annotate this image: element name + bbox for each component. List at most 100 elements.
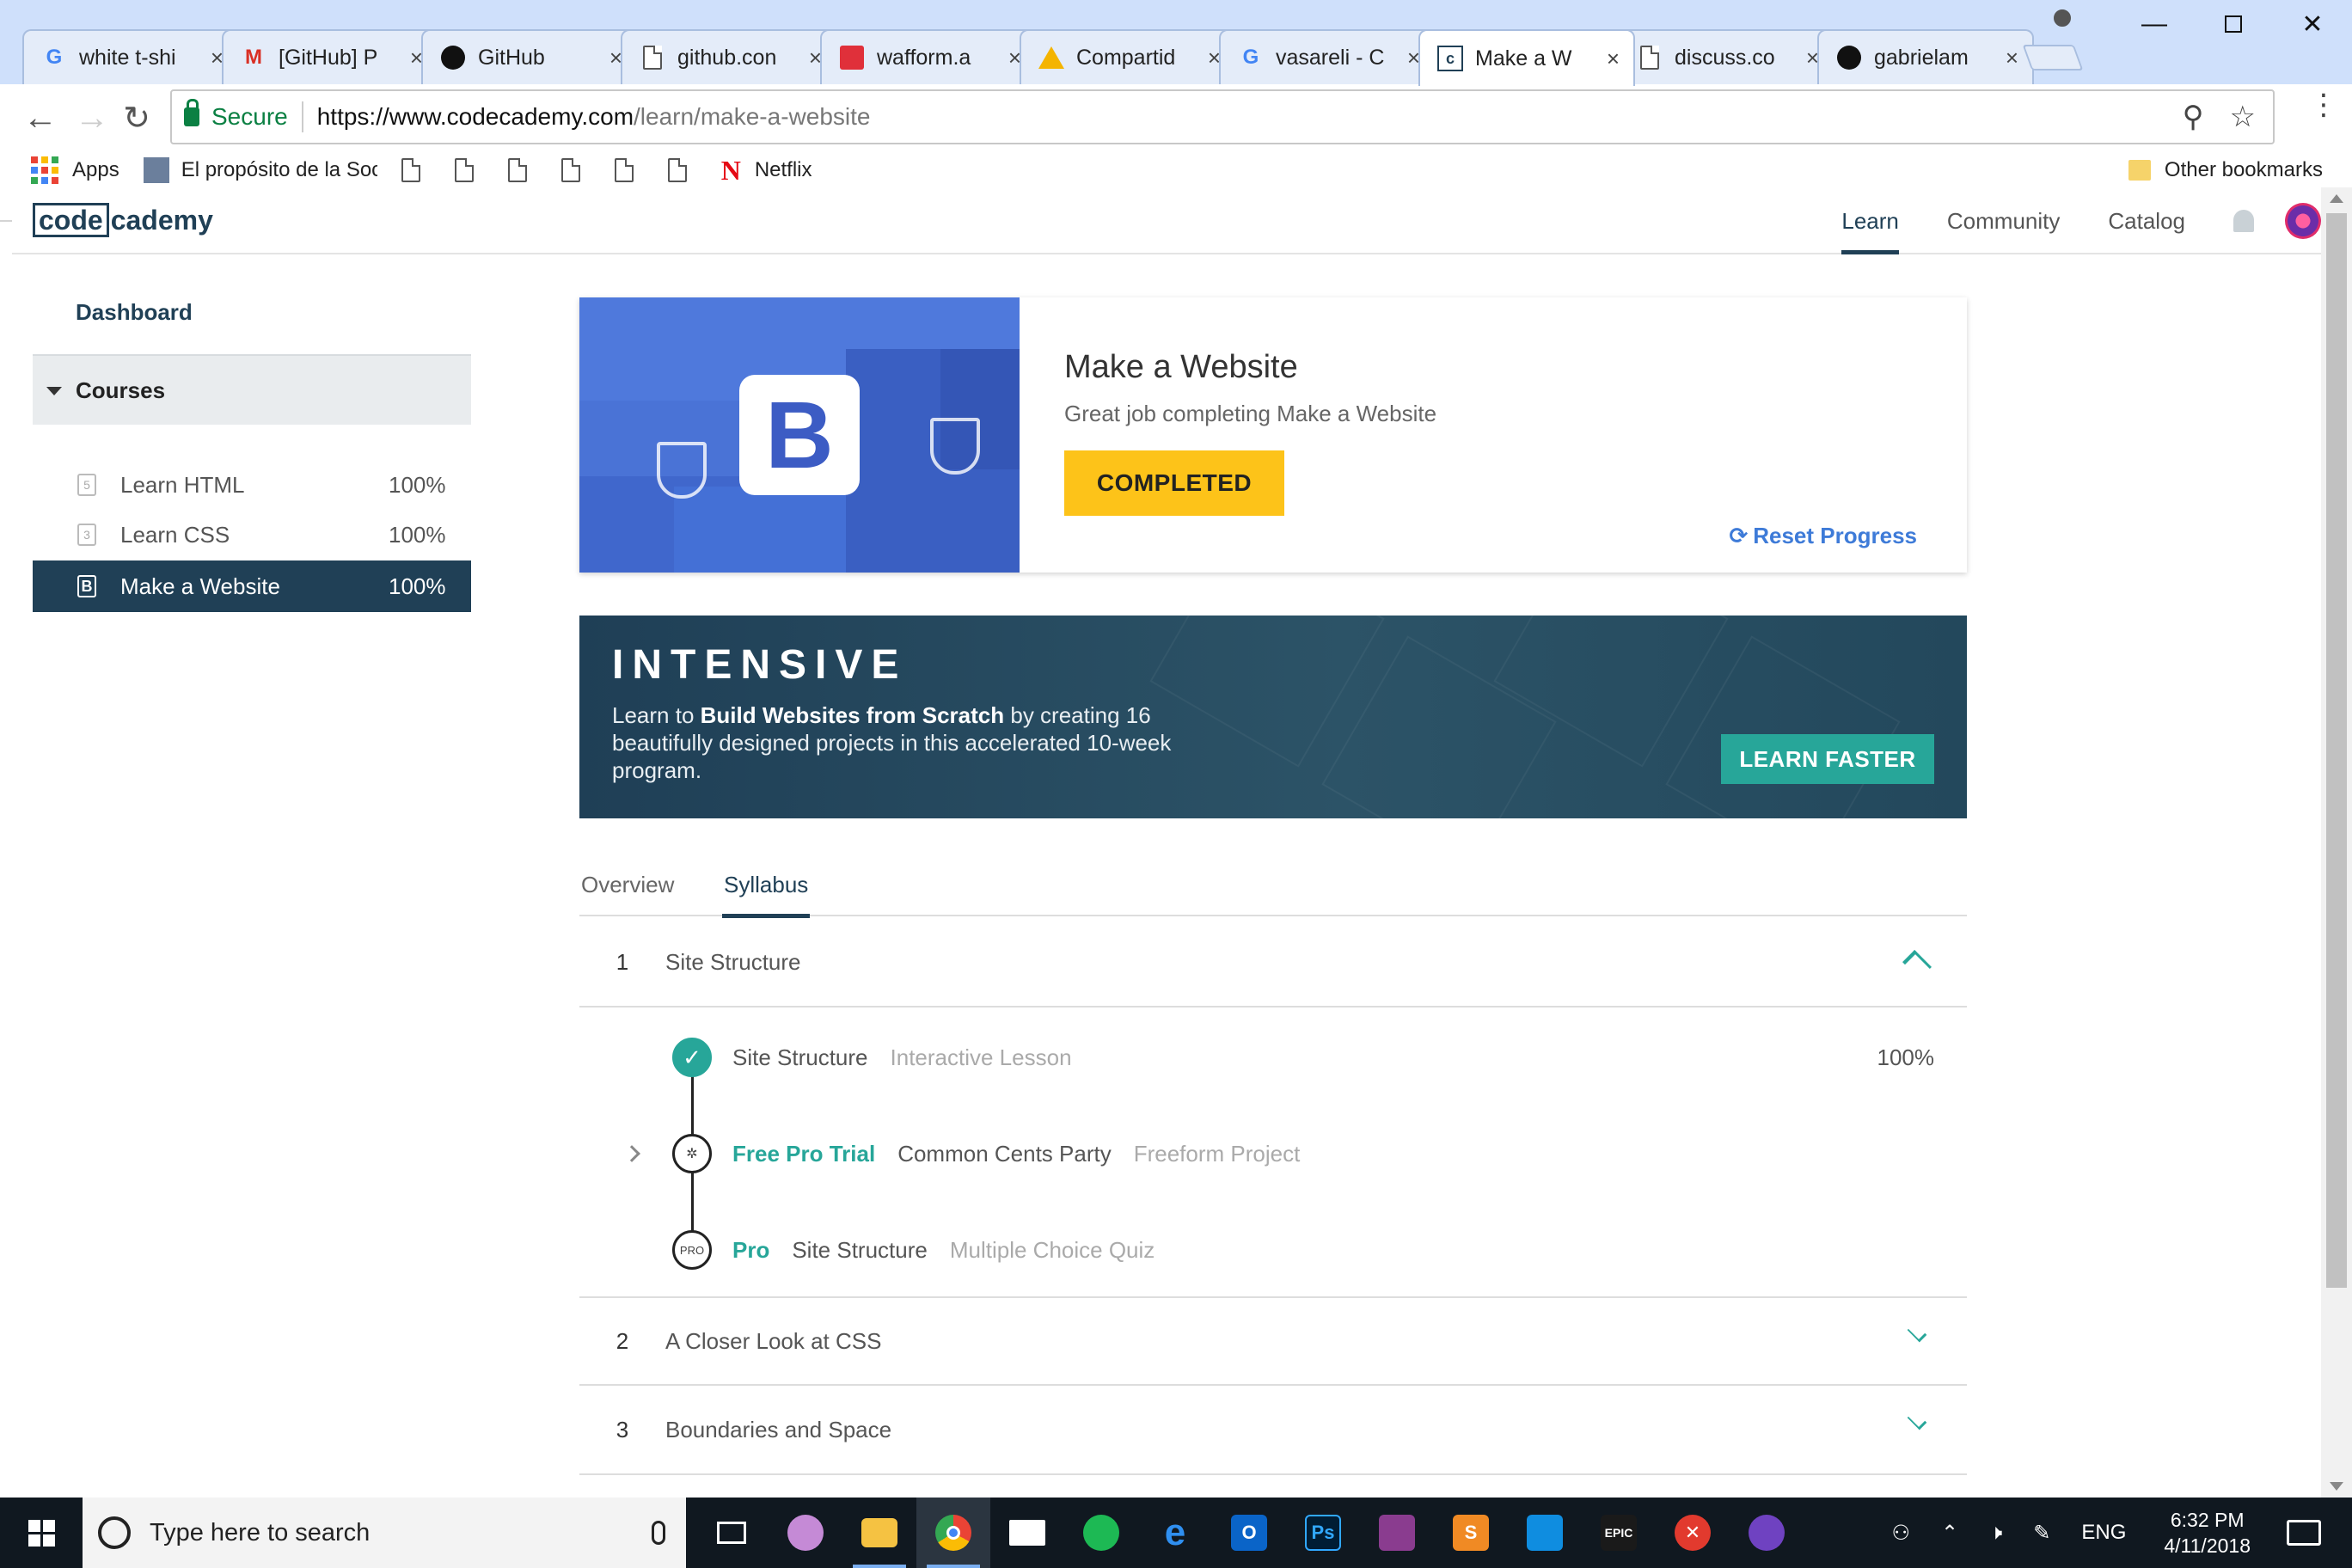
browser-tab[interactable]: Compartid ×: [1020, 29, 1236, 84]
mail-icon[interactable]: [990, 1498, 1064, 1568]
netflix-icon: N: [720, 154, 741, 186]
nav-learn[interactable]: Learn: [1841, 187, 1899, 254]
winrar-icon[interactable]: [1360, 1498, 1434, 1568]
nav-community[interactable]: Community: [1947, 187, 2060, 254]
browser-tab[interactable]: G white t-shi ×: [22, 29, 239, 84]
chevron-up-icon[interactable]: ⌃: [1941, 1521, 1958, 1546]
sidebar-course-learn-css[interactable]: 3 Learn CSS 100%: [33, 509, 471, 560]
zoom-search-icon[interactable]: ⚲: [2183, 100, 2204, 134]
bookmark-proposito[interactable]: El propósito de la Soc: [143, 157, 377, 183]
reload-icon[interactable]: ↻: [113, 95, 160, 141]
bookmark-page[interactable]: [454, 158, 484, 182]
intensive-banner: INTENSIVE Learn to Build Websites from S…: [579, 616, 1967, 818]
browser-tab[interactable]: discuss.co ×: [1618, 29, 1834, 84]
chevron-right-icon[interactable]: [623, 1145, 640, 1162]
bookmark-page[interactable]: [667, 158, 697, 182]
volume-icon[interactable]: 🕨: [1989, 1521, 2002, 1545]
scroll-down-icon[interactable]: [2330, 1482, 2343, 1491]
course-tabs: Overview Syllabus: [579, 872, 1967, 918]
clock[interactable]: 6:32 PM 4/11/2018: [2164, 1507, 2251, 1559]
syllabus-section[interactable]: 2 A Closer Look at CSS: [579, 1296, 1967, 1386]
microphone-icon[interactable]: [652, 1521, 665, 1545]
codecademy-logo[interactable]: code cademy: [33, 203, 213, 237]
github-desktop-icon[interactable]: [1730, 1498, 1804, 1568]
file-explorer-icon[interactable]: [842, 1498, 916, 1568]
instagram-icon[interactable]: [1508, 1498, 1582, 1568]
edge-icon[interactable]: e: [1138, 1498, 1212, 1568]
dashboard-link[interactable]: Dashboard: [76, 299, 193, 326]
browser-tab[interactable]: github.con ×: [621, 29, 837, 84]
tab-overview[interactable]: Overview: [581, 872, 674, 916]
course-subtitle: Great job completing Make a Website: [1064, 401, 1437, 426]
x-app-icon[interactable]: ✕: [1656, 1498, 1730, 1568]
notification-bell-icon[interactable]: [2233, 210, 2254, 232]
new-tab-button[interactable]: [2022, 45, 2084, 70]
task-view-icon[interactable]: [695, 1498, 769, 1568]
close-window-button[interactable]: ✕: [2273, 0, 2352, 48]
chrome-icon[interactable]: [916, 1498, 990, 1568]
maximize-button[interactable]: [2194, 0, 2273, 48]
bookmark-apps[interactable]: Apps: [31, 156, 119, 184]
drive-icon: [1038, 45, 1064, 70]
learn-faster-button[interactable]: LEARN FASTER: [1721, 734, 1934, 784]
sublime-icon[interactable]: S: [1434, 1498, 1508, 1568]
sidebar-course-learn-html[interactable]: 5 Learn HTML 100%: [33, 459, 471, 511]
spotify-icon[interactable]: [1064, 1498, 1138, 1568]
courses-toggle[interactable]: Courses: [33, 354, 471, 425]
close-icon[interactable]: ×: [2006, 45, 2018, 71]
outlook-icon[interactable]: O: [1212, 1498, 1286, 1568]
scroll-up-icon[interactable]: [2330, 194, 2343, 203]
syllabus-section[interactable]: 1 Site Structure: [579, 918, 1967, 1008]
syllabus-section[interactable]: 3 Boundaries and Space: [579, 1386, 1967, 1475]
html5-icon: 5: [77, 474, 96, 496]
reset-progress-link[interactable]: ⟳ Reset Progress: [1729, 523, 1917, 549]
browser-tab[interactable]: G vasareli - C ×: [1219, 29, 1436, 84]
photoshop-icon[interactable]: Ps: [1286, 1498, 1360, 1568]
browser-tab[interactable]: gabrielam ×: [1817, 29, 2034, 84]
back-arrow-icon[interactable]: ←: [17, 95, 64, 141]
page-scrollbar[interactable]: [2321, 187, 2352, 1498]
browser-tab[interactable]: GitHub ×: [421, 29, 638, 84]
bookmark-page[interactable]: [560, 158, 591, 182]
close-icon[interactable]: ×: [1607, 46, 1620, 72]
lesson-row[interactable]: ✲ Free Pro Trial Common Cents Party Free…: [579, 1128, 1967, 1179]
pro-badge-icon: PRO: [672, 1230, 712, 1270]
other-bookmarks[interactable]: Other bookmarks: [2128, 158, 2323, 182]
lesson-row[interactable]: PRO Pro Site Structure Multiple Choice Q…: [579, 1224, 1967, 1276]
browser-menu-icon[interactable]: ⋮: [2309, 90, 2338, 119]
chevron-down-icon[interactable]: [1907, 1410, 1927, 1430]
language-indicator[interactable]: ENG: [2081, 1521, 2126, 1545]
start-button[interactable]: [0, 1498, 83, 1568]
chevron-up-icon[interactable]: [1902, 950, 1932, 979]
nav-catalog[interactable]: Catalog: [2108, 187, 2185, 254]
bookmark-star-icon[interactable]: ☆: [2230, 100, 2256, 134]
action-center-icon[interactable]: [2287, 1520, 2321, 1546]
page-icon: [507, 158, 527, 182]
system-tray: ⚇ ⌃ 🕨 ✎ ENG 6:32 PM 4/11/2018: [1877, 1498, 2352, 1568]
taskbar-search[interactable]: Type here to search: [83, 1498, 686, 1568]
minimize-button[interactable]: —: [2115, 0, 2194, 48]
forward-arrow-icon[interactable]: →: [69, 95, 115, 141]
people-icon[interactable]: ⚇: [1892, 1521, 1911, 1546]
bookmark-netflix[interactable]: N Netflix: [721, 155, 812, 187]
browser-tab[interactable]: M [GitHub] P ×: [222, 29, 438, 84]
sidebar-course-make-a-website[interactable]: B Make a Website 100%: [33, 560, 471, 612]
scrollbar-thumb[interactable]: [2326, 213, 2347, 1288]
browser-tab-active[interactable]: c Make a W ×: [1418, 29, 1635, 86]
completed-button[interactable]: COMPLETED: [1064, 450, 1284, 516]
lesson-row[interactable]: ✓ Site Structure Interactive Lesson 100%: [579, 1032, 1967, 1083]
bookmark-page[interactable]: [507, 158, 537, 182]
bookmark-page[interactable]: [401, 158, 431, 182]
epic-games-icon[interactable]: EPIC: [1582, 1498, 1656, 1568]
refresh-icon: ⟳: [1729, 523, 1749, 548]
profile-icon[interactable]: [2049, 5, 2075, 31]
paint-icon[interactable]: [769, 1498, 842, 1568]
avatar[interactable]: [2285, 203, 2321, 239]
github-icon: [1836, 45, 1862, 70]
address-bar[interactable]: Secure https://www.codecademy.com /learn…: [170, 89, 2275, 144]
browser-tab[interactable]: wafform.a ×: [820, 29, 1037, 84]
bookmark-page[interactable]: [614, 158, 644, 182]
pen-icon[interactable]: ✎: [2033, 1521, 2050, 1546]
tab-syllabus[interactable]: Syllabus: [721, 872, 811, 918]
chevron-down-icon[interactable]: [1907, 1322, 1927, 1343]
